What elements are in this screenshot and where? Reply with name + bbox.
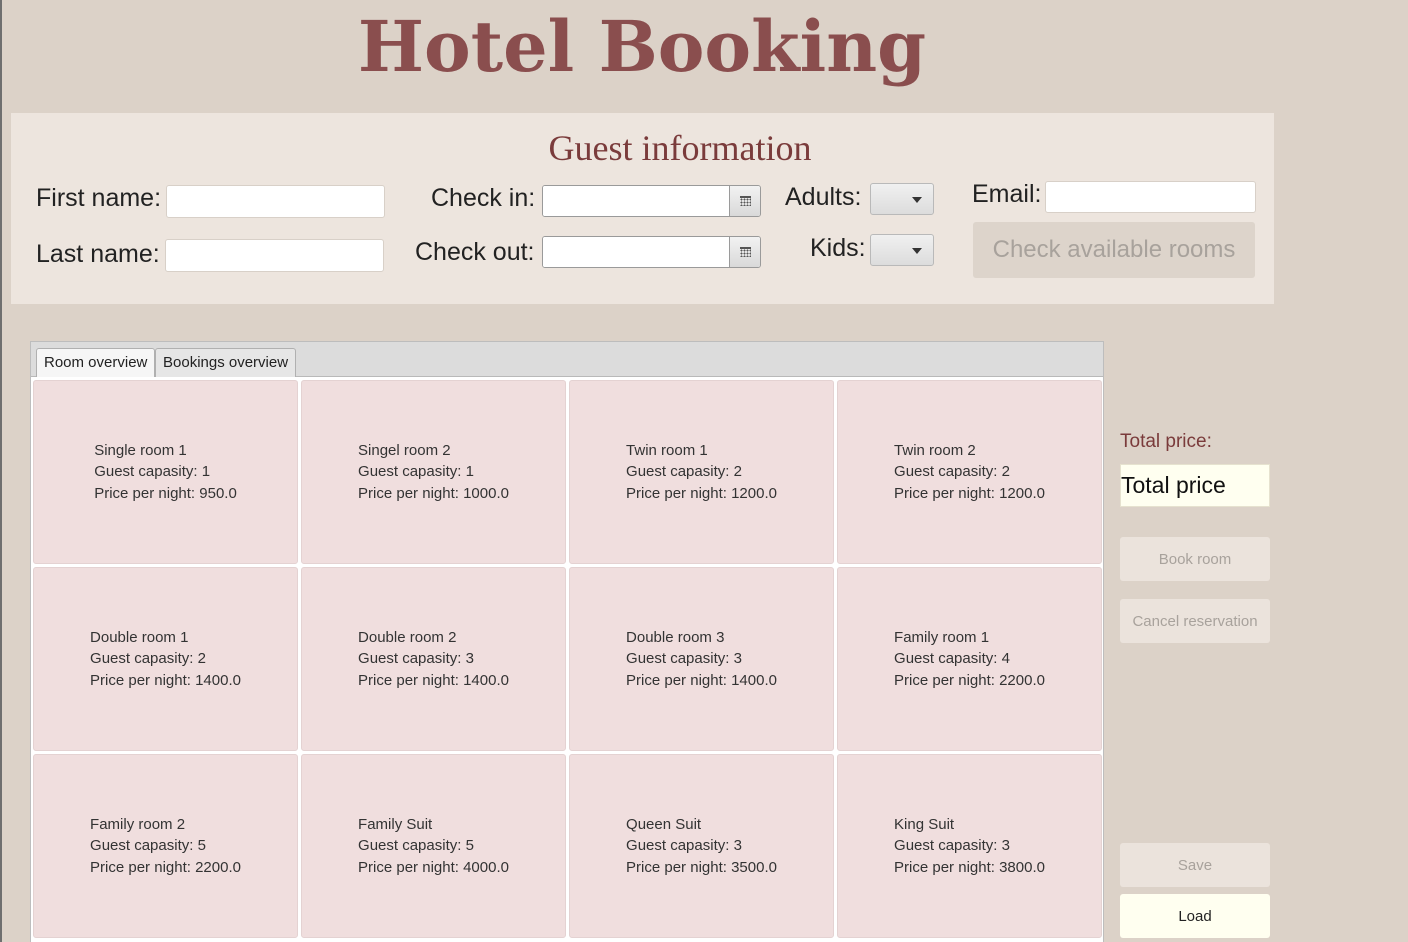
room-capacity: Guest capasity: 2 — [894, 463, 1010, 481]
app-title: Hotel Booking — [357, 5, 927, 88]
adults-label: Adults: — [785, 183, 862, 211]
room-price: Price per night: 1200.0 — [626, 484, 777, 502]
room-name: Singel room 2 — [358, 441, 451, 459]
room-info: Double room 2 Guest capasity: 3 Price per … — [358, 627, 509, 692]
check-available-rooms-button[interactable]: Check available rooms — [973, 222, 1255, 278]
total-price-label: Total price: — [1120, 431, 1212, 452]
room-name: Twin room 2 — [894, 441, 976, 459]
room-capacity: Guest capasity: 3 — [358, 650, 474, 668]
room-capacity: Guest capasity: 3 — [894, 837, 1010, 855]
room-info: King Suit Guest capasity: 3 Price per nigh… — [894, 814, 1045, 879]
first-name-field[interactable] — [166, 185, 385, 218]
room-price: Price per night: 1400.0 — [626, 671, 777, 689]
room-card[interactable]: King Suit Guest capasity: 3 Price per nigh… — [837, 754, 1102, 938]
room-name: Queen Suit — [626, 815, 702, 833]
room-price: Price per night: 3500.0 — [626, 858, 777, 876]
room-card[interactable]: Family room 1 Guest capasity: 4 Price per … — [837, 567, 1102, 751]
room-tab-pane: Room overview Bookings overview Single r… — [30, 341, 1104, 942]
tab-room-overview[interactable]: Room overview — [36, 348, 156, 377]
cancel-reservation-button[interactable]: Cancel reservation — [1120, 599, 1270, 643]
room-card[interactable]: Double room 1 Guest capasity: 2 Price per … — [33, 567, 298, 751]
room-info: Twin room 1 Guest capasity: 2 Price per ni… — [626, 440, 777, 505]
room-name: Family room 2 — [90, 815, 186, 833]
room-card[interactable]: Double room 2 Guest capasity: 3 Price per … — [301, 567, 566, 751]
room-info: Queen Suit Guest capasity: 3 Price per nig… — [626, 814, 777, 879]
room-info: Family room 2 Guest capasity: 5 Price per … — [90, 814, 241, 879]
room-info: Single room 1 Guest capasity: 1 Price per … — [94, 440, 237, 505]
room-info: Singel room 2 Guest capasity: 1 Price per … — [358, 440, 509, 505]
calendar-icon — [739, 196, 751, 206]
room-capacity: Guest capasity: 2 — [626, 463, 742, 481]
last-name-label: Last name: — [36, 240, 160, 268]
room-name: Double room 3 — [626, 628, 725, 646]
room-card[interactable]: Family room 2 Guest capasity: 5 Price per … — [33, 754, 298, 938]
room-capacity: Guest capasity: 4 — [894, 650, 1010, 668]
room-price: Price per night: 1400.0 — [90, 671, 241, 689]
room-name: King Suit — [894, 815, 955, 833]
room-name: Twin room 1 — [626, 441, 708, 459]
total-price-field: Total price — [1120, 464, 1270, 507]
tab-header: Room overview Bookings overview — [31, 342, 1103, 377]
room-name: Double room 1 — [90, 628, 189, 646]
room-capacity: Guest capasity: 1 — [94, 463, 211, 481]
check-out-calendar-button[interactable] — [729, 237, 760, 267]
room-card[interactable]: Family Suit Guest capasity: 5 Price per ni… — [301, 754, 566, 938]
kids-select[interactable] — [870, 234, 934, 266]
chevron-down-icon — [912, 248, 922, 254]
room-price: Price per night: 1000.0 — [358, 484, 509, 502]
room-capacity: Guest capasity: 2 — [90, 650, 206, 668]
check-out-field[interactable] — [543, 237, 733, 267]
room-card[interactable]: Single room 1 Guest capasity: 1 Price per … — [33, 380, 298, 564]
room-capacity: Guest capasity: 5 — [90, 837, 206, 855]
room-card[interactable]: Twin room 1 Guest capasity: 2 Price per ni… — [569, 380, 834, 564]
room-price: Price per night: 2200.0 — [90, 858, 241, 876]
email-field[interactable] — [1045, 181, 1256, 213]
room-card[interactable]: Twin room 2 Guest capasity: 2 Price per ni… — [837, 380, 1102, 564]
book-room-button[interactable]: Book room — [1120, 537, 1270, 581]
room-grid: Single room 1 Guest capasity: 1 Price per … — [33, 380, 1102, 938]
check-in-calendar-button[interactable] — [729, 186, 760, 216]
check-in-label: Check in: — [431, 184, 536, 212]
calendar-icon — [739, 247, 751, 257]
room-name: Single room 1 — [94, 441, 187, 459]
room-name: Double room 2 — [358, 628, 457, 646]
room-info: Family Suit Guest capasity: 5 Price per ni… — [358, 814, 509, 879]
room-price: Price per night: 3800.0 — [894, 858, 1045, 876]
room-capacity: Guest capasity: 5 — [358, 837, 474, 855]
email-label: Email: — [972, 180, 1042, 208]
check-out-label: Check out: — [415, 238, 535, 266]
kids-label: Kids: — [810, 234, 866, 262]
first-name-label: First name: — [36, 184, 162, 212]
guest-information-title: Guest information — [548, 128, 812, 168]
room-name: Family room 1 — [894, 628, 990, 646]
room-price: Price per night: 1400.0 — [358, 671, 509, 689]
room-card[interactable]: Queen Suit Guest capasity: 3 Price per nig… — [569, 754, 834, 938]
room-price: Price per night: 1200.0 — [894, 484, 1045, 502]
tab-bookings-overview[interactable]: Bookings overview — [155, 348, 297, 377]
room-name: Family Suit — [358, 815, 433, 833]
room-price: Price per night: 950.0 — [94, 484, 237, 502]
room-capacity: Guest capasity: 3 — [626, 650, 742, 668]
check-in-datepicker[interactable] — [542, 185, 761, 217]
room-price: Price per night: 4000.0 — [358, 858, 509, 876]
save-button[interactable]: Save — [1120, 843, 1270, 887]
adults-select[interactable] — [870, 183, 934, 215]
check-out-datepicker[interactable] — [542, 236, 761, 268]
room-info: Double room 1 Guest capasity: 2 Price per … — [90, 627, 241, 692]
room-card[interactable]: Singel room 2 Guest capasity: 1 Price per … — [301, 380, 566, 564]
check-in-field[interactable] — [543, 186, 733, 216]
room-info: Family room 1 Guest capasity: 4 Price per … — [894, 627, 1045, 692]
room-capacity: Guest capasity: 1 — [358, 463, 474, 481]
room-card[interactable]: Double room 3 Guest capasity: 3 Price per … — [569, 567, 834, 751]
room-info: Double room 3 Guest capasity: 3 Price per … — [626, 627, 777, 692]
chevron-down-icon — [912, 197, 922, 203]
room-capacity: Guest capasity: 3 — [626, 837, 742, 855]
load-button[interactable]: Load — [1120, 894, 1270, 938]
room-info: Twin room 2 Guest capasity: 2 Price per ni… — [894, 440, 1045, 505]
last-name-field[interactable] — [165, 239, 384, 272]
room-price: Price per night: 2200.0 — [894, 671, 1045, 689]
